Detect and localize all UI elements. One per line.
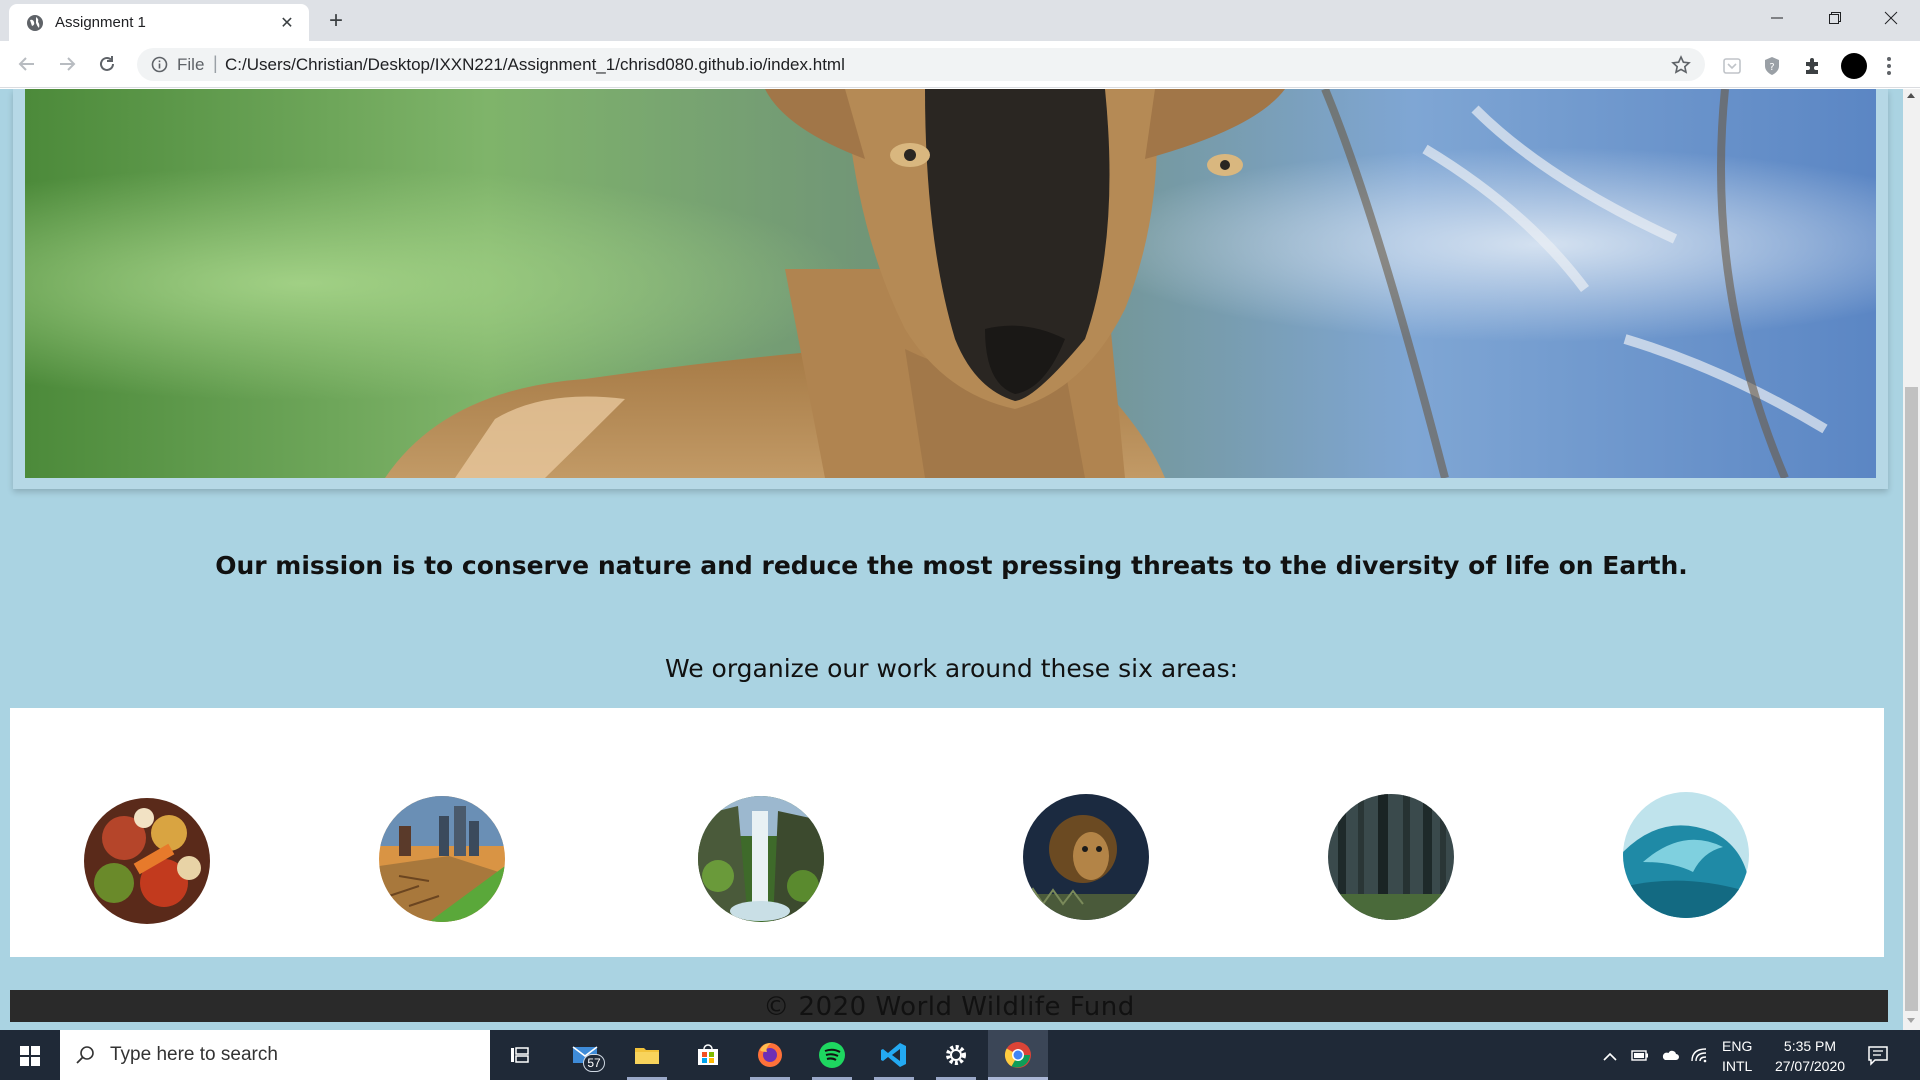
scrollbar-thumb[interactable]	[1905, 387, 1918, 1011]
hero-banner	[13, 89, 1888, 489]
taskbar-store[interactable]	[678, 1030, 738, 1080]
search-icon	[76, 1046, 94, 1064]
minimize-icon	[1771, 17, 1783, 19]
system-clock[interactable]: 5:35 PM 27/07/2020	[1765, 1036, 1855, 1076]
page-scrollbar[interactable]	[1903, 89, 1920, 1030]
browser-toolbar: File | C:/Users/Christian/Desktop/IXXN22…	[0, 41, 1920, 88]
new-tab-button[interactable]: +	[322, 8, 350, 36]
bookmark-star-icon[interactable]	[1671, 55, 1691, 75]
taskbar-file-explorer[interactable]	[617, 1030, 677, 1080]
restore-icon	[1829, 12, 1841, 24]
reload-button[interactable]	[92, 49, 122, 79]
shield-icon: ?	[1765, 57, 1779, 75]
language-code: ENG	[1722, 1038, 1753, 1054]
windows-taskbar: Type here to search 57 ENG INTL 5:35 PM …	[0, 1030, 1920, 1080]
scroll-down-icon[interactable]	[1907, 1018, 1915, 1023]
save-to-pocket-icon	[1723, 58, 1741, 74]
page-viewport: Our mission is to conserve nature and re…	[0, 89, 1903, 1030]
globe-icon	[27, 15, 43, 31]
forward-button[interactable]	[52, 49, 82, 79]
spotify-icon	[819, 1042, 845, 1068]
start-button[interactable]	[0, 1030, 60, 1080]
pocket-extension-icon[interactable]	[1720, 54, 1744, 78]
freshwater-icon[interactable]	[698, 796, 824, 922]
close-tab-icon[interactable]: ✕	[277, 13, 297, 33]
profile-avatar[interactable]	[1841, 53, 1867, 79]
food-icon[interactable]	[84, 798, 210, 924]
taskbar-search-box[interactable]: Type here to search	[60, 1030, 490, 1080]
page-footer: © 2020 World Wildlife Fund	[10, 990, 1888, 1022]
chevron-up-icon[interactable]	[1600, 1047, 1620, 1067]
onedrive-cloud-icon[interactable]	[1660, 1045, 1680, 1065]
info-icon[interactable]	[151, 56, 168, 73]
url-scheme-label: File	[177, 55, 205, 74]
areas-heading: We organize our work around these six ar…	[664, 654, 1239, 683]
taskbar-mail[interactable]: 57	[555, 1030, 615, 1080]
back-button[interactable]	[12, 49, 42, 79]
store-icon	[698, 1044, 718, 1065]
puzzle-icon	[1806, 58, 1818, 74]
restore-button[interactable]	[1806, 0, 1864, 36]
chrome-icon	[1004, 1042, 1031, 1068]
mail-unread-badge: 57	[583, 1054, 605, 1072]
minimize-button[interactable]	[1748, 0, 1806, 36]
address-bar[interactable]: File | C:/Users/Christian/Desktop/IXXN22…	[137, 48, 1705, 81]
oceans-icon[interactable]	[1623, 792, 1749, 918]
taskbar-settings[interactable]	[926, 1030, 986, 1080]
arrow-left-icon	[18, 57, 34, 71]
battery-icon[interactable]	[1630, 1045, 1650, 1065]
six-areas-panel	[10, 708, 1884, 957]
extensions-button[interactable]	[1800, 54, 1824, 78]
url-separator: |	[213, 53, 218, 73]
climate-icon[interactable]	[379, 796, 505, 922]
windows-logo-icon	[20, 1046, 40, 1066]
goat-hero-image	[25, 89, 1876, 478]
close-icon	[1884, 11, 1898, 25]
taskbar-vscode[interactable]	[864, 1030, 924, 1080]
shield-extension-icon[interactable]: ?	[1760, 54, 1784, 78]
gear-icon	[946, 1045, 966, 1065]
reload-icon	[100, 56, 114, 71]
taskbar-firefox[interactable]	[740, 1030, 800, 1080]
wildlife-icon[interactable]	[1023, 794, 1149, 920]
browser-tab-strip: Assignment 1 ✕ +	[0, 0, 1920, 41]
firefox-icon	[758, 1043, 782, 1067]
notification-center-icon[interactable]	[1867, 1044, 1889, 1066]
task-view-icon	[511, 1047, 529, 1063]
vscode-icon	[881, 1043, 906, 1067]
language-indicator[interactable]: ENG INTL	[1722, 1036, 1752, 1076]
browser-tab[interactable]: Assignment 1 ✕	[9, 4, 309, 41]
url-text[interactable]: C:/Users/Christian/Desktop/IXXN221/Assig…	[225, 55, 845, 75]
wifi-icon[interactable]	[1690, 1045, 1710, 1065]
arrow-right-icon	[60, 57, 76, 71]
taskbar-spotify[interactable]	[802, 1030, 862, 1080]
forests-icon[interactable]	[1328, 794, 1454, 920]
keyboard-layout: INTL	[1722, 1058, 1753, 1074]
task-view-button[interactable]	[490, 1030, 550, 1080]
clock-date: 27/07/2020	[1774, 1058, 1846, 1074]
scroll-up-icon[interactable]	[1907, 93, 1915, 98]
clock-time: 5:35 PM	[1783, 1038, 1837, 1054]
search-placeholder: Type here to search	[110, 1044, 278, 1065]
close-window-button[interactable]	[1862, 0, 1920, 36]
taskbar-chrome[interactable]	[988, 1030, 1048, 1080]
mission-statement: Our mission is to conserve nature and re…	[215, 551, 1688, 580]
folder-icon	[635, 1048, 659, 1064]
tab-title: Assignment 1	[55, 14, 146, 31]
svg-text:?: ?	[1769, 62, 1774, 73]
browser-menu-icon[interactable]	[1886, 55, 1892, 77]
